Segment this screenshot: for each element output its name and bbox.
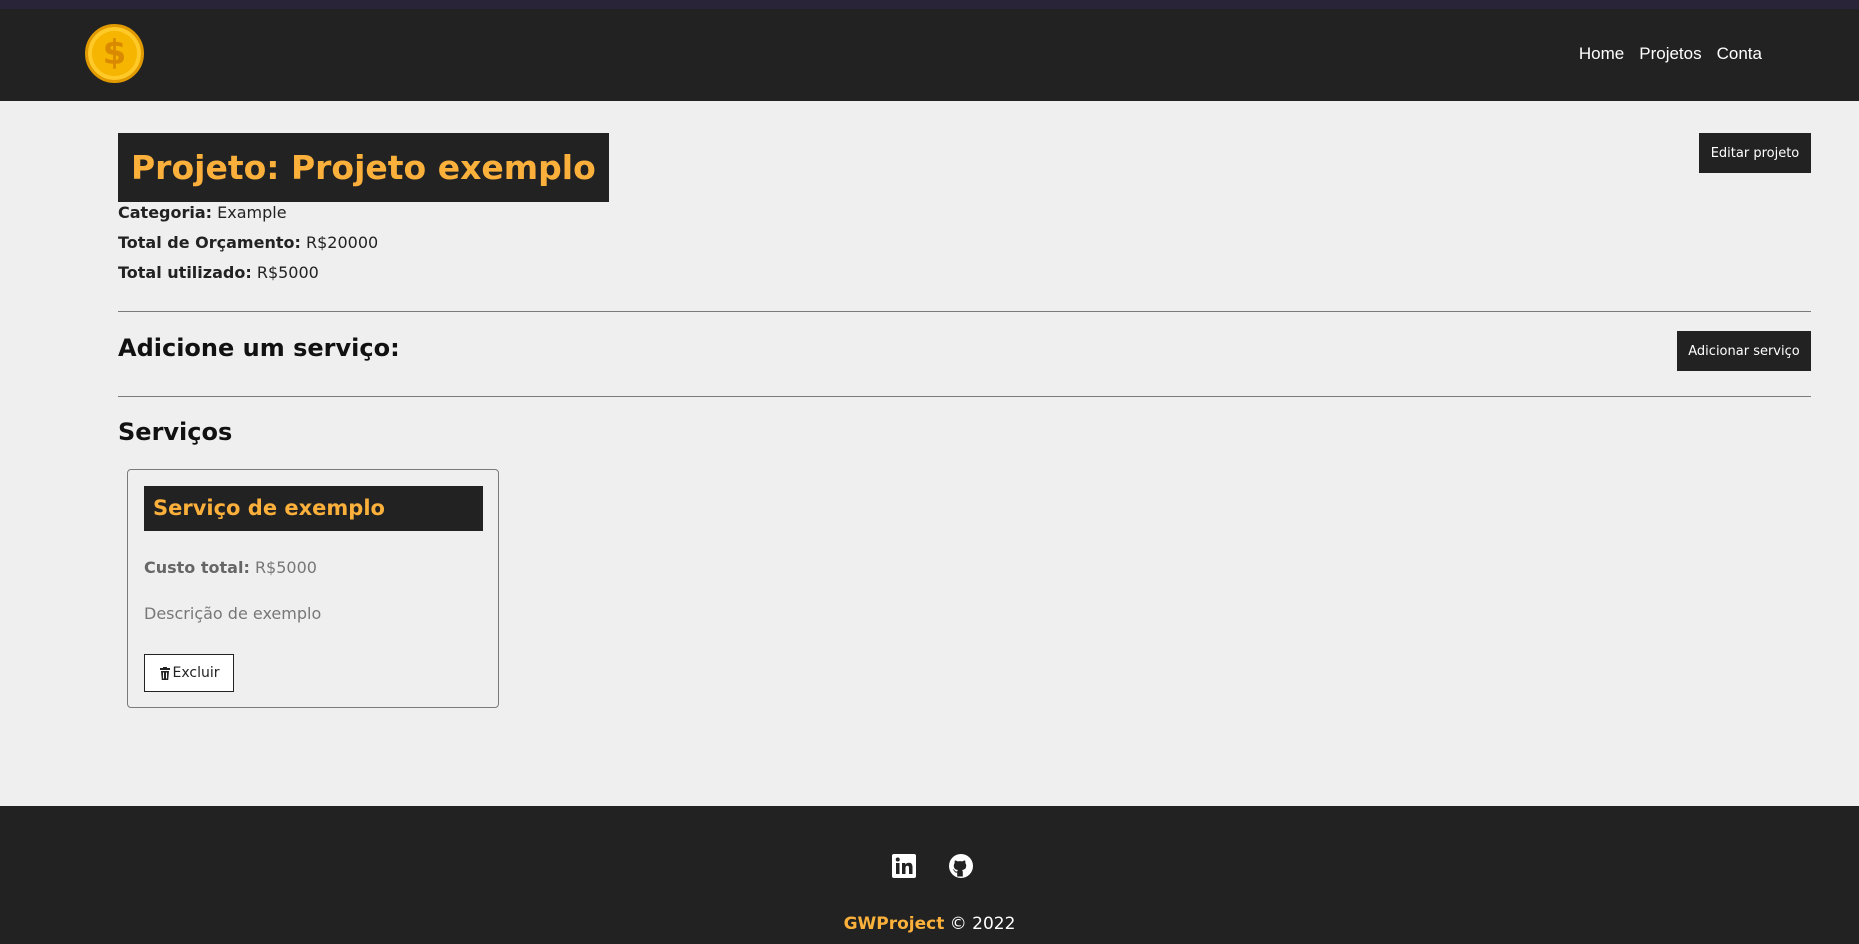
copyright-text: © 2022	[949, 914, 1016, 934]
footer-brand: GWProject	[843, 914, 945, 934]
delete-service-button[interactable]: Excluir	[144, 654, 234, 692]
navbar: $ Home Projetos Conta	[0, 9, 1859, 101]
category-label: Categoria:	[118, 203, 213, 222]
project-category: Categoria: Example	[118, 203, 287, 222]
budget-label: Total de Orçamento:	[118, 233, 301, 252]
category-value: Example	[217, 203, 287, 222]
budget-value: R$20000	[305, 233, 379, 252]
main-content: Projeto: Projeto exemplo Editar projeto …	[118, 101, 1811, 806]
service-title: Serviço de exemplo	[144, 486, 483, 531]
used-label: Total utilizado:	[118, 263, 252, 282]
used-value: R$5000	[256, 263, 319, 282]
logo-symbol: $	[102, 33, 127, 73]
nav-link-projetos[interactable]: Projetos	[1639, 44, 1701, 64]
service-cost-value: R$5000	[254, 558, 317, 577]
add-service-heading: Adicione um serviço:	[118, 334, 400, 362]
linkedin-icon[interactable]	[891, 853, 917, 879]
service-cost: Custo total: R$5000	[144, 558, 317, 577]
project-used: Total utilizado: R$5000	[118, 263, 319, 282]
trash-icon	[159, 666, 170, 680]
service-card: Serviço de exemplo Custo total: R$5000 D…	[127, 469, 499, 708]
divider	[118, 396, 1811, 397]
top-strip	[0, 0, 1859, 9]
services-heading: Serviços	[118, 418, 233, 446]
service-description: Descrição de exemplo	[144, 604, 322, 623]
footer: GWProject © 2022	[0, 806, 1859, 944]
nav-link-conta[interactable]: Conta	[1717, 44, 1762, 64]
social-links	[891, 853, 974, 879]
main-nav: Home Projetos Conta	[1579, 44, 1762, 64]
service-cost-label: Custo total:	[144, 558, 250, 577]
divider	[118, 311, 1811, 312]
nav-link-home[interactable]: Home	[1579, 44, 1624, 64]
project-title: Projeto: Projeto exemplo	[118, 133, 609, 202]
project-budget: Total de Orçamento: R$20000	[118, 233, 378, 252]
edit-project-button[interactable]: Editar projeto	[1699, 133, 1811, 173]
delete-label: Excluir	[172, 665, 220, 681]
add-service-button[interactable]: Adicionar serviço	[1677, 331, 1811, 371]
coin-logo-icon[interactable]: $	[85, 24, 144, 83]
copyright: GWProject © 2022	[0, 914, 1859, 934]
github-icon[interactable]	[948, 853, 974, 879]
